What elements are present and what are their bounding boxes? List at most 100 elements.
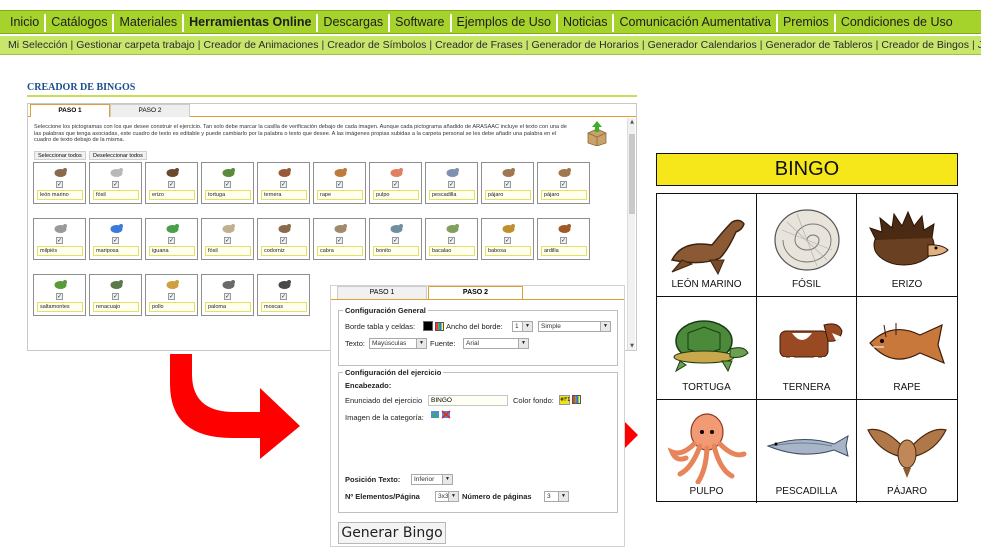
nav-sub-item[interactable]: Creador de Frases: [433, 36, 525, 54]
pictogram-label-input[interactable]: mariposa: [93, 246, 139, 256]
tab-paso-2[interactable]: PASO 2: [110, 104, 190, 117]
pictogram-checkbox[interactable]: ✓: [280, 237, 287, 244]
upload-box-icon[interactable]: [585, 120, 609, 146]
text-case-select[interactable]: Mayúsculas ▼: [369, 338, 427, 349]
pictogram-checkbox[interactable]: ✓: [336, 237, 343, 244]
pictogram-checkbox[interactable]: ✓: [168, 237, 175, 244]
pictogram-label-input[interactable]: pescadilla: [429, 190, 475, 200]
select-all-button[interactable]: Seleccionar todos: [34, 151, 86, 160]
nav-main-item[interactable]: Premios: [779, 11, 833, 33]
pictogram-checkbox[interactable]: ✓: [504, 181, 511, 188]
deselect-all-button[interactable]: Deseleccionar todos: [89, 151, 147, 160]
pictogram-checkbox[interactable]: ✓: [224, 293, 231, 300]
nav-main-item[interactable]: Inicio: [6, 11, 43, 33]
pictogram-checkbox[interactable]: ✓: [504, 237, 511, 244]
nav-sub-item[interactable]: Generador de Tableros: [763, 36, 874, 54]
nav-main-item[interactable]: Condiciones de Uso: [837, 11, 957, 33]
nav-main-item[interactable]: Software: [391, 11, 448, 33]
pictogram-checkbox[interactable]: ✓: [224, 181, 231, 188]
pictogram-label-input[interactable]: cabra: [317, 246, 363, 256]
pictogram-label-input[interactable]: rape: [317, 190, 363, 200]
scroll-thumb[interactable]: [629, 134, 635, 214]
pictogram-checkbox[interactable]: ✓: [56, 293, 63, 300]
pictogram-checkbox[interactable]: ✓: [392, 181, 399, 188]
border-width-select[interactable]: 1 ▼: [512, 321, 533, 332]
pictogram-label-input[interactable]: paloma: [205, 302, 251, 312]
bg-color-swatch[interactable]: #F1: [559, 395, 570, 405]
nav-sub-item[interactable]: Creador de Animaciones: [201, 36, 320, 54]
pictogram-checkbox[interactable]: ✓: [224, 237, 231, 244]
pictogram-label-input[interactable]: babosa: [485, 246, 531, 256]
nav-sub-item[interactable]: Generador Calendarios: [646, 36, 759, 54]
category-image-icons[interactable]: [431, 410, 451, 420]
scroll-down-icon[interactable]: ▼: [628, 342, 636, 350]
nav-sub-item[interactable]: Creador de Símbolos: [325, 36, 428, 54]
config-tab-paso-1[interactable]: PASO 1: [337, 286, 427, 299]
pictogram-label-input[interactable]: milpiés: [37, 246, 83, 256]
pictogram-checkbox[interactable]: ✓: [336, 181, 343, 188]
pictogram-checkbox[interactable]: ✓: [112, 237, 119, 244]
font-select[interactable]: Arial ▼: [463, 338, 529, 349]
config-tab-paso-2[interactable]: PASO 2: [428, 286, 523, 299]
pictogram-checkbox[interactable]: ✓: [280, 181, 287, 188]
pictogram-icon: [334, 224, 347, 233]
nav-main-item[interactable]: Herramientas Online: [185, 11, 315, 33]
pictogram-label-input[interactable]: iguana: [149, 246, 195, 256]
pictogram-checkbox[interactable]: ✓: [56, 237, 63, 244]
nav-main-item[interactable]: Materiales: [115, 11, 181, 33]
pictogram-checkbox[interactable]: ✓: [392, 237, 399, 244]
pictogram-checkbox[interactable]: ✓: [168, 293, 175, 300]
text-position-select[interactable]: Inferior ▼: [411, 474, 453, 485]
nav-sub-item[interactable]: Creador de Bingos: [879, 36, 971, 54]
title-divider: [27, 95, 637, 97]
scrollbar[interactable]: ▲ ▼: [627, 118, 635, 350]
border-color-swatch[interactable]: [423, 321, 433, 331]
bg-color-picker-icon[interactable]: [572, 395, 581, 404]
scroll-up-icon[interactable]: ▲: [628, 118, 636, 126]
pages-select[interactable]: 3 ▼: [544, 491, 569, 502]
nav-main-item[interactable]: Ejemplos de Uso: [453, 11, 556, 33]
pictogram-checkbox[interactable]: ✓: [280, 293, 287, 300]
pictogram-label-input[interactable]: renacuajo: [93, 302, 139, 312]
pictogram-checkbox[interactable]: ✓: [56, 181, 63, 188]
pictogram-label-input[interactable]: pájaro: [541, 190, 587, 200]
pictogram-checkbox[interactable]: ✓: [560, 237, 567, 244]
pictogram-checkbox[interactable]: ✓: [168, 181, 175, 188]
nav-sub-item[interactable]: Juego de la Oca: [976, 36, 981, 54]
pictogram-label-input[interactable]: moscas: [261, 302, 307, 312]
pictogram-label-input[interactable]: fósil: [93, 190, 139, 200]
pictogram-label-input[interactable]: ternera: [261, 190, 307, 200]
pictogram-icon: [334, 168, 347, 177]
nav-main-item[interactable]: Catálogos: [47, 11, 111, 33]
pictogram-label-input[interactable]: erizo: [149, 190, 195, 200]
pictogram-checkbox[interactable]: ✓: [112, 181, 119, 188]
pictogram-label-input[interactable]: fósil: [205, 246, 251, 256]
statement-input[interactable]: BINGO: [428, 395, 508, 406]
pictogram-checkbox[interactable]: ✓: [448, 181, 455, 188]
nav-main-item[interactable]: Noticias: [559, 11, 611, 33]
pictogram-checkbox[interactable]: ✓: [560, 181, 567, 188]
pictogram-label-input[interactable]: bacalao: [429, 246, 475, 256]
pictogram-label-input[interactable]: tortuga: [205, 190, 251, 200]
font-label: Fuente:: [430, 339, 456, 348]
pictogram-label-input[interactable]: ardilla: [541, 246, 587, 256]
nav-main-item[interactable]: Comunicación Aumentativa: [615, 11, 774, 33]
tab-paso-1[interactable]: PASO 1: [30, 104, 110, 117]
border-color-picker-icon[interactable]: [435, 322, 444, 331]
nav-sub-item[interactable]: Mi Selección: [6, 36, 70, 54]
pictogram-label-input[interactable]: codorniz: [261, 246, 307, 256]
nav-sub-item[interactable]: Generador de Horarios: [529, 36, 640, 54]
pictogram-label-input[interactable]: pájaro: [485, 190, 531, 200]
pictogram-label-input[interactable]: pollo: [149, 302, 195, 312]
nav-main-item[interactable]: Descargas: [319, 11, 387, 33]
pictogram-label-input[interactable]: bonito: [373, 246, 419, 256]
nav-sub-item[interactable]: Gestionar carpeta trabajo: [74, 36, 196, 54]
elements-per-page-select[interactable]: 3x3 ▼: [435, 491, 459, 502]
border-style-select[interactable]: Simple ▼: [538, 321, 611, 332]
pictogram-checkbox[interactable]: ✓: [448, 237, 455, 244]
pictogram-label-input[interactable]: león marino: [37, 190, 83, 200]
pictogram-label-input[interactable]: saltamontes: [37, 302, 83, 312]
generate-bingo-button[interactable]: Generar Bingo: [338, 522, 446, 544]
pictogram-label-input[interactable]: pulpo: [373, 190, 419, 200]
pictogram-checkbox[interactable]: ✓: [112, 293, 119, 300]
